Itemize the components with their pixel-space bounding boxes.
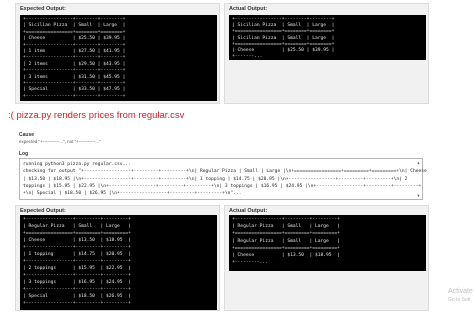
bottom-actual-title: Actual Output: xyxy=(229,208,268,214)
log-line: toppings | $15.95 | $22.95 |\n+---------… xyxy=(23,183,422,189)
terminal-line: | Special | $18.50 | $26.95 | xyxy=(23,294,131,299)
top-expected-title: Expected Output: xyxy=(20,6,66,12)
bottom-expected-panel: Expected Output: +-----------------+----… xyxy=(15,205,220,311)
cause-text: expected "+-----------...", not "+------… xyxy=(19,139,101,144)
top-actual-terminal: +-----------------+--------+--------+ | S… xyxy=(229,15,426,60)
terminal-line: | Cheese | $25.50 | $39.95 | xyxy=(23,36,126,42)
terminal-line: +-----------------+---------+---------+ xyxy=(23,287,131,292)
terminal-line: | Regular Pizza | Small | Large | xyxy=(232,238,340,244)
terminal-line: +=================+========+========+ xyxy=(23,29,126,35)
terminal-line: +-----------------+---------+---------+ xyxy=(23,217,131,222)
top-expected-terminal: +-----------------+--------+--------+ | S… xyxy=(20,15,217,101)
log-line: checking for output "+-----------------+… xyxy=(23,169,427,175)
bottom-actual-panel: Actual Output: +-----------------+------… xyxy=(224,205,429,311)
terminal-line: | Sicilian Pizza | Small | Large | xyxy=(232,35,335,41)
terminal-line: +=================+========+========+ xyxy=(232,41,335,47)
terminal-line: | 2 items | $29.50 | $43.95 | xyxy=(23,61,126,67)
bottom-actual-terminal: +-----------------+---------+---------+ |… xyxy=(229,215,426,271)
terminal-line: +-----------------+---------+---------+ xyxy=(232,217,340,222)
terminal-line: | 3 items | $31.50 | $45.95 | xyxy=(23,74,126,80)
bottom-expected-title: Expected Output: xyxy=(20,208,66,214)
terminal-line: +=================+=========+=========+ xyxy=(232,245,340,251)
watermark-settings: Go to Sett xyxy=(448,297,471,303)
log-box[interactable]: ▲ ▼ running python3 pizza.py regular.csv… xyxy=(19,158,427,200)
terminal-line: | Cheese | $13.50 | $18.95 | xyxy=(23,238,131,243)
terminal-line: +-----------------+---------+---------+ xyxy=(23,245,131,250)
watermark-activate: Activate xyxy=(448,288,473,295)
log-label: Log xyxy=(19,151,29,157)
terminal-line: +-----------------+---------+---------+ xyxy=(23,259,131,264)
terminal-line: +-----------------+---------+---------+ xyxy=(23,273,131,278)
terminal-line: | 1 topping | $14.75 | $20.95 | xyxy=(23,252,131,257)
terminal-line: | 1 item | $27.50 | $41.95 | xyxy=(23,49,126,54)
terminal-line: | Sicilian Pizza | Small | Large | xyxy=(232,23,335,29)
terminal-line: | Sicilian Pizza | Small | Large | xyxy=(23,23,126,29)
log-line: running python3 pizza.py regular.csv... xyxy=(23,162,131,167)
terminal-line: | Cheese | $13.50 | $18.95 | xyxy=(232,253,340,258)
log-line: | $13.50 | $18.95 |\n+-----------------+… xyxy=(23,176,408,182)
terminal-line: +-----------------+--------+--------+ xyxy=(23,42,126,48)
bottom-expected-terminal: +-----------------+---------+---------+ |… xyxy=(20,215,217,310)
terminal-line: +-------... xyxy=(232,54,263,60)
cause-label: Cause xyxy=(19,132,35,138)
top-expected-panel: Expected Output: +-----------------+----… xyxy=(15,3,220,104)
terminal-line: +-----------------+---------+---------+ xyxy=(23,301,131,306)
terminal-line: +-----------------+--------+--------+ xyxy=(23,17,126,22)
terminal-line: | Regular Pizza | Small | Large | xyxy=(232,224,340,230)
log-line: +\n| Special | $18.50 | $26.95 |\n+-----… xyxy=(23,191,242,197)
terminal-line: | 2 toppings | $15.95 | $22.95 | xyxy=(23,266,131,271)
terminal-line: +-----------------+--------+--------+ xyxy=(23,55,126,61)
terminal-line: +-----------------+--------+--------+ xyxy=(232,17,335,22)
scroll-up-icon[interactable]: ▲ xyxy=(416,160,421,165)
terminal-line: +=================+========+========+ xyxy=(232,29,335,35)
terminal-line: +-----------------+--------+--------+ xyxy=(23,81,126,86)
terminal-line: +---------... xyxy=(232,260,268,266)
top-actual-title: Actual Output: xyxy=(229,6,268,12)
terminal-line: +=================+=========+=========+ xyxy=(232,231,340,237)
check-heading: :( pizza.py renders prices from regular.… xyxy=(8,110,185,121)
terminal-line: | Regular Pizza | Small | Large | xyxy=(23,224,131,229)
scroll-down-icon[interactable]: ▼ xyxy=(416,193,421,198)
terminal-line: +-----------------+--------+--------+ xyxy=(23,68,126,74)
terminal-line: +=================+=========+=========+ xyxy=(23,231,131,236)
terminal-line: +-----------------+--------+--------+ xyxy=(23,93,126,99)
top-actual-panel: Actual Output: +-----------------+------… xyxy=(224,3,429,104)
terminal-line: | Cheese | $25.50 | $39.95 | xyxy=(232,48,335,53)
terminal-line: | Special | $33.50 | $47.95 | xyxy=(23,87,126,93)
terminal-line: | 3 toppings | $16.95 | $24.95 | xyxy=(23,280,131,285)
